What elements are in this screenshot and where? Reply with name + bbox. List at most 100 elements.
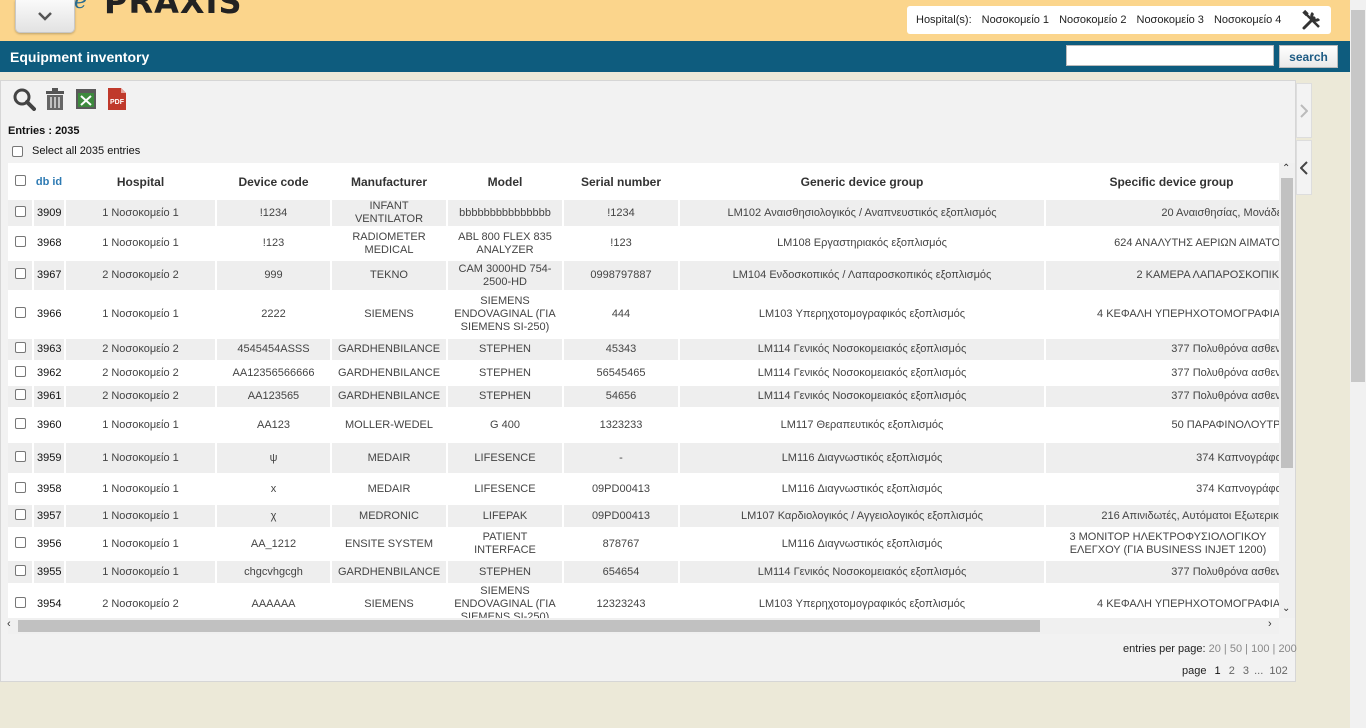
scroll-down-icon[interactable]: ⌄ [1282, 603, 1290, 614]
table-row[interactable]: 3957 1 Νοσοκομείο 1 χ MEDRONIC LIFEPAK 09PD00… [8, 504, 1279, 529]
scroll-left-icon[interactable]: ‹ [7, 618, 11, 630]
header-checkbox[interactable] [14, 174, 26, 186]
row-checkbox[interactable] [14, 508, 26, 520]
hospital-item-3[interactable]: Νοσοκομείο 3 [1137, 14, 1204, 26]
chevron-right-icon [1300, 103, 1308, 118]
row-checkbox[interactable] [14, 342, 26, 353]
page-link[interactable]: 102 [1269, 665, 1287, 677]
excel-export-icon[interactable] [74, 87, 98, 111]
column-header-serial[interactable]: Serial number [563, 163, 680, 200]
column-header-generic-group[interactable]: Generic device group [679, 163, 1046, 200]
row-checkbox[interactable] [14, 389, 26, 400]
table-vertical-scrollbar[interactable]: ⌃ ⌄ [1279, 163, 1295, 618]
row-checkbox[interactable] [14, 307, 26, 318]
row-specific-group: 624 ΑΝΑΛΥΤΗΣ ΑΕΡΙΩΝ ΑΙΜΑΤΟΣ [1045, 227, 1279, 261]
row-specific-group: 216 Απινιδωτές, Αυτόματοι Εξωτερικοί [1045, 504, 1279, 529]
search-input[interactable] [1066, 45, 1274, 66]
row-serial: 45343 [563, 338, 680, 362]
column-header-manufacturer[interactable]: Manufacturer [331, 163, 448, 200]
table-row[interactable]: 3958 1 Νοσοκομείο 1 x MEDAIR LIFESENCE 09PD00… [8, 474, 1279, 505]
row-checkbox[interactable] [14, 417, 26, 429]
row-serial: !123 [563, 227, 680, 261]
per-page-option[interactable]: 50 [1230, 643, 1242, 655]
row-specific-group: 374 Καπνογράφος [1045, 474, 1279, 505]
table-horizontal-scrollbar[interactable]: ‹ › [7, 618, 1279, 634]
column-header-model[interactable]: Model [447, 163, 564, 200]
row-checkbox[interactable] [14, 481, 26, 493]
row-serial: 09PD00413 [563, 504, 680, 529]
row-hospital: 2 Νοσοκομείο 2 [65, 584, 217, 618]
per-page-label: entries per page: [1123, 643, 1206, 655]
row-serial: 54656 [563, 385, 680, 409]
scroll-right-icon[interactable]: › [1268, 618, 1272, 630]
row-generic-group: LM103 Υπερηχοτομογραφικός εξοπλισμός [679, 291, 1046, 339]
expand-left-tab[interactable] [1296, 140, 1312, 195]
row-dbid: 3959 [33, 442, 66, 475]
table-row[interactable]: 3955 1 Νοσοκομείο 1 chgcvhgcgh GARDHENBILAN… [8, 560, 1279, 585]
row-checkbox[interactable] [14, 450, 26, 462]
column-header-specific-group[interactable]: Specific device group [1045, 163, 1279, 200]
trash-icon[interactable] [43, 87, 67, 111]
search-icon[interactable] [12, 87, 36, 111]
expand-right-tab[interactable] [1296, 83, 1312, 138]
row-specific-group: 377 Πολυθρόνα ασθενή [1045, 338, 1279, 362]
row-device-code: ψ [216, 442, 332, 475]
per-page-option[interactable]: 100 [1251, 643, 1269, 655]
row-checkbox[interactable] [14, 536, 26, 548]
horizontal-scroll-thumb[interactable] [18, 620, 1040, 632]
page-label: page [1182, 665, 1207, 677]
row-device-code: 4545454ASSS [216, 338, 332, 362]
row-checkbox[interactable] [14, 365, 26, 377]
page-link[interactable]: 1 [1215, 665, 1221, 677]
column-header-hospital[interactable]: Hospital [65, 163, 217, 200]
row-dbid: 3958 [33, 474, 66, 505]
row-checkbox[interactable] [14, 268, 26, 279]
table-row[interactable]: 3956 1 Νοσοκομείο 1 AA_1212 ENSITE SYSTEM PA… [8, 528, 1279, 561]
search-button[interactable]: search [1279, 45, 1338, 68]
row-checkbox-cell [8, 474, 34, 505]
row-device-code: AA12356566666 [216, 361, 332, 386]
row-checkbox-cell [8, 584, 34, 618]
column-header-dbid[interactable]: db id [33, 163, 66, 200]
hospital-item-2[interactable]: Νοσοκομείο 2 [1059, 14, 1126, 26]
table-row[interactable]: 3960 1 Νοσοκομείο 1 AA123 MOLLER-WEDEL G 400… [8, 408, 1279, 443]
row-checkbox[interactable] [14, 205, 26, 217]
hospital-item-1[interactable]: Νοσοκομείο 1 [982, 14, 1049, 26]
row-model: CAM 3000HD 754-2500-HD [447, 260, 564, 292]
page-scroll-thumb[interactable] [1351, 10, 1365, 382]
page-vertical-scrollbar[interactable] [1350, 0, 1366, 728]
pagination: page 1 2 3 ... 102 [1182, 665, 1288, 677]
tools-icon[interactable] [1301, 9, 1323, 31]
pdf-export-icon[interactable]: PDF [105, 87, 129, 111]
row-device-code: !123 [216, 227, 332, 261]
row-manufacturer: SIEMENS [331, 291, 448, 339]
table-row[interactable]: 3909 1 Νοσοκομείο 1 !1234 INFANT VENTILATOR… [8, 200, 1279, 228]
page-link[interactable]: 3 [1243, 665, 1249, 677]
table-row[interactable]: 3961 2 Νοσοκομείο 2 AA123565 GARDHENBILANCE… [8, 385, 1279, 409]
page-link[interactable]: 2 [1229, 665, 1235, 677]
hospital-item-4[interactable]: Νοσοκομείο 4 [1214, 14, 1281, 26]
per-page-option[interactable]: 20 [1209, 643, 1221, 655]
row-checkbox-cell [8, 528, 34, 561]
row-checkbox[interactable] [14, 236, 26, 247]
scroll-up-icon[interactable]: ⌃ [1282, 163, 1290, 174]
table-row[interactable]: 3967 2 Νοσοκομείο 2 999 TEKNO CAM 3000HD 754… [8, 260, 1279, 292]
per-page-option[interactable]: 200 [1278, 643, 1296, 655]
table-row[interactable]: 3959 1 Νοσοκομείο 1 ψ MEDAIR LIFESENCE - LM116… [8, 442, 1279, 475]
table-row[interactable]: 3954 2 Νοσοκομείο 2 AAAAAA SIEMENS SIEMENS E… [8, 584, 1279, 618]
row-checkbox[interactable] [14, 564, 26, 576]
row-serial: 12323243 [563, 584, 680, 618]
table-row[interactable]: 3966 1 Νοσοκομείο 1 2222 SIEMENS SIEMENS END… [8, 291, 1279, 339]
table-row[interactable]: 3968 1 Νοσοκομείο 1 !123 RADIOMETER MEDICAL… [8, 227, 1279, 261]
row-device-code: χ [216, 504, 332, 529]
row-hospital: 2 Νοσοκομείο 2 [65, 338, 217, 362]
table-row[interactable]: 3962 2 Νοσοκομείο 2 AA12356566666 GARDHENBI… [8, 361, 1279, 386]
row-checkbox[interactable] [14, 597, 26, 608]
table-row[interactable]: 3963 2 Νοσοκομείο 2 4545454ASSS GARDHENBILA… [8, 338, 1279, 362]
vertical-scroll-thumb[interactable] [1281, 178, 1293, 468]
column-header-device-code[interactable]: Device code [216, 163, 332, 200]
row-serial: 0998797887 [563, 260, 680, 292]
row-serial: - [563, 442, 680, 475]
select-all-checkbox[interactable] [12, 145, 23, 157]
header-toggle-button[interactable] [15, 0, 75, 33]
